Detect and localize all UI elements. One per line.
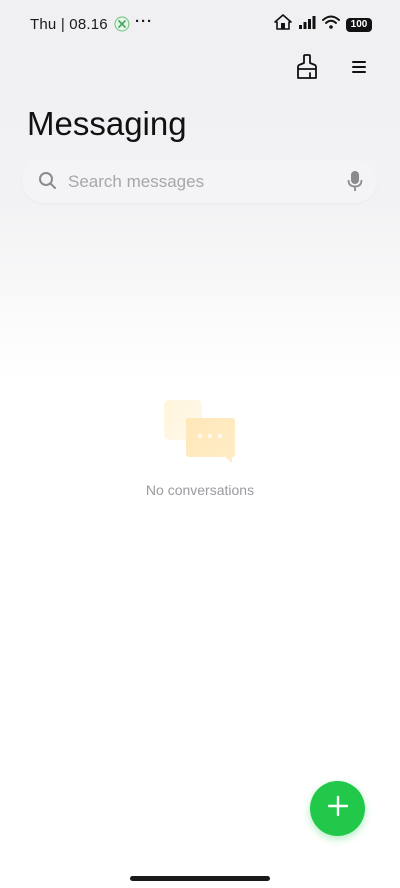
clean-brush-button[interactable] — [294, 53, 320, 85]
menu-icon — [351, 60, 367, 79]
page-title: Messaging — [27, 105, 187, 142]
chat-bubbles-icon — [160, 398, 240, 468]
new-conversation-button[interactable] — [310, 781, 365, 836]
more-notifications-indicator: ··· — [135, 13, 153, 30]
search-input[interactable] — [66, 159, 340, 205]
battery-icon: 100 — [346, 17, 372, 32]
status-bar: Thu | 08.16 ··· 100 — [0, 0, 400, 50]
status-time: Thu | 08.16 — [30, 16, 108, 33]
app-notification-icon — [114, 16, 130, 32]
signal-icon — [298, 15, 316, 34]
top-actions — [294, 53, 372, 85]
house-alarm-icon — [274, 14, 292, 35]
search-icon — [38, 171, 58, 196]
search-bar[interactable] — [22, 159, 377, 205]
menu-button[interactable] — [346, 56, 372, 82]
battery-level: 100 — [350, 19, 368, 30]
wifi-icon — [322, 15, 340, 34]
clean-brush-icon — [295, 53, 319, 85]
home-indicator[interactable] — [130, 876, 270, 881]
empty-state-text: No conversations — [145, 482, 255, 498]
microphone-icon[interactable] — [347, 170, 363, 197]
plus-icon — [327, 795, 349, 822]
